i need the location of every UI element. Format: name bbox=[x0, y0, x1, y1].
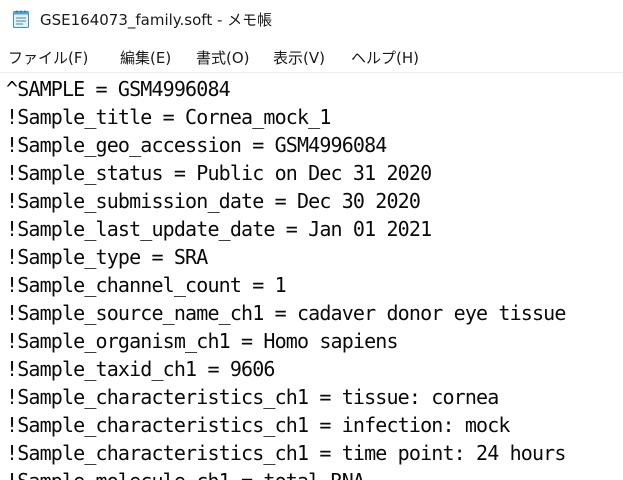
menu-edit[interactable]: 編集(E) bbox=[120, 47, 171, 68]
text-line: !Sample_channel_count = 1 bbox=[6, 273, 287, 297]
title-bar[interactable]: GSE164073_family.soft - メモ帳 bbox=[0, 0, 623, 40]
text-line: !Sample_type = SRA bbox=[6, 245, 208, 269]
text-line: !Sample_source_name_ch1 = cadaver donor … bbox=[6, 301, 566, 325]
text-line: !Sample_organism_ch1 = Homo sapiens bbox=[6, 329, 399, 353]
menu-file[interactable]: ファイル(F) bbox=[8, 47, 88, 68]
text-line: ^SAMPLE = GSM4996084 bbox=[6, 77, 231, 101]
text-line: !Sample_characteristics_ch1 = tissue: co… bbox=[6, 385, 499, 409]
window-title: GSE164073_family.soft - メモ帳 bbox=[40, 11, 273, 29]
notepad-icon bbox=[13, 10, 29, 28]
text-line: !Sample_molecule_ch1 = total RNA bbox=[6, 467, 365, 480]
text-line: !Sample_geo_accession = GSM4996084 bbox=[6, 133, 387, 157]
text-line: !Sample_status = Public on Dec 31 2020 bbox=[6, 161, 432, 185]
text-line: !Sample_characteristics_ch1 = infection:… bbox=[6, 413, 510, 437]
text-line: !Sample_last_update_date = Jan 01 2021 bbox=[6, 217, 432, 241]
notepad-window: GSE164073_family.soft - メモ帳 ファイル(F) 編集(E… bbox=[0, 0, 623, 480]
menu-view[interactable]: 表示(V) bbox=[273, 47, 325, 68]
menu-format[interactable]: 書式(O) bbox=[196, 47, 250, 68]
menu-help[interactable]: ヘルプ(H) bbox=[351, 47, 419, 68]
text-line: !Sample_taxid_ch1 = 9606 bbox=[6, 357, 275, 381]
text-line: !Sample_submission_date = Dec 30 2020 bbox=[6, 189, 421, 213]
menu-bar: ファイル(F) 編集(E) 書式(O) 表示(V) ヘルプ(H) bbox=[0, 40, 623, 73]
text-editor[interactable]: ^SAMPLE = GSM4996084 !Sample_title = Cor… bbox=[0, 73, 623, 480]
text-line: !Sample_characteristics_ch1 = time point… bbox=[6, 441, 566, 465]
text-line: !Sample_title = Cornea_mock_1 bbox=[6, 105, 331, 129]
